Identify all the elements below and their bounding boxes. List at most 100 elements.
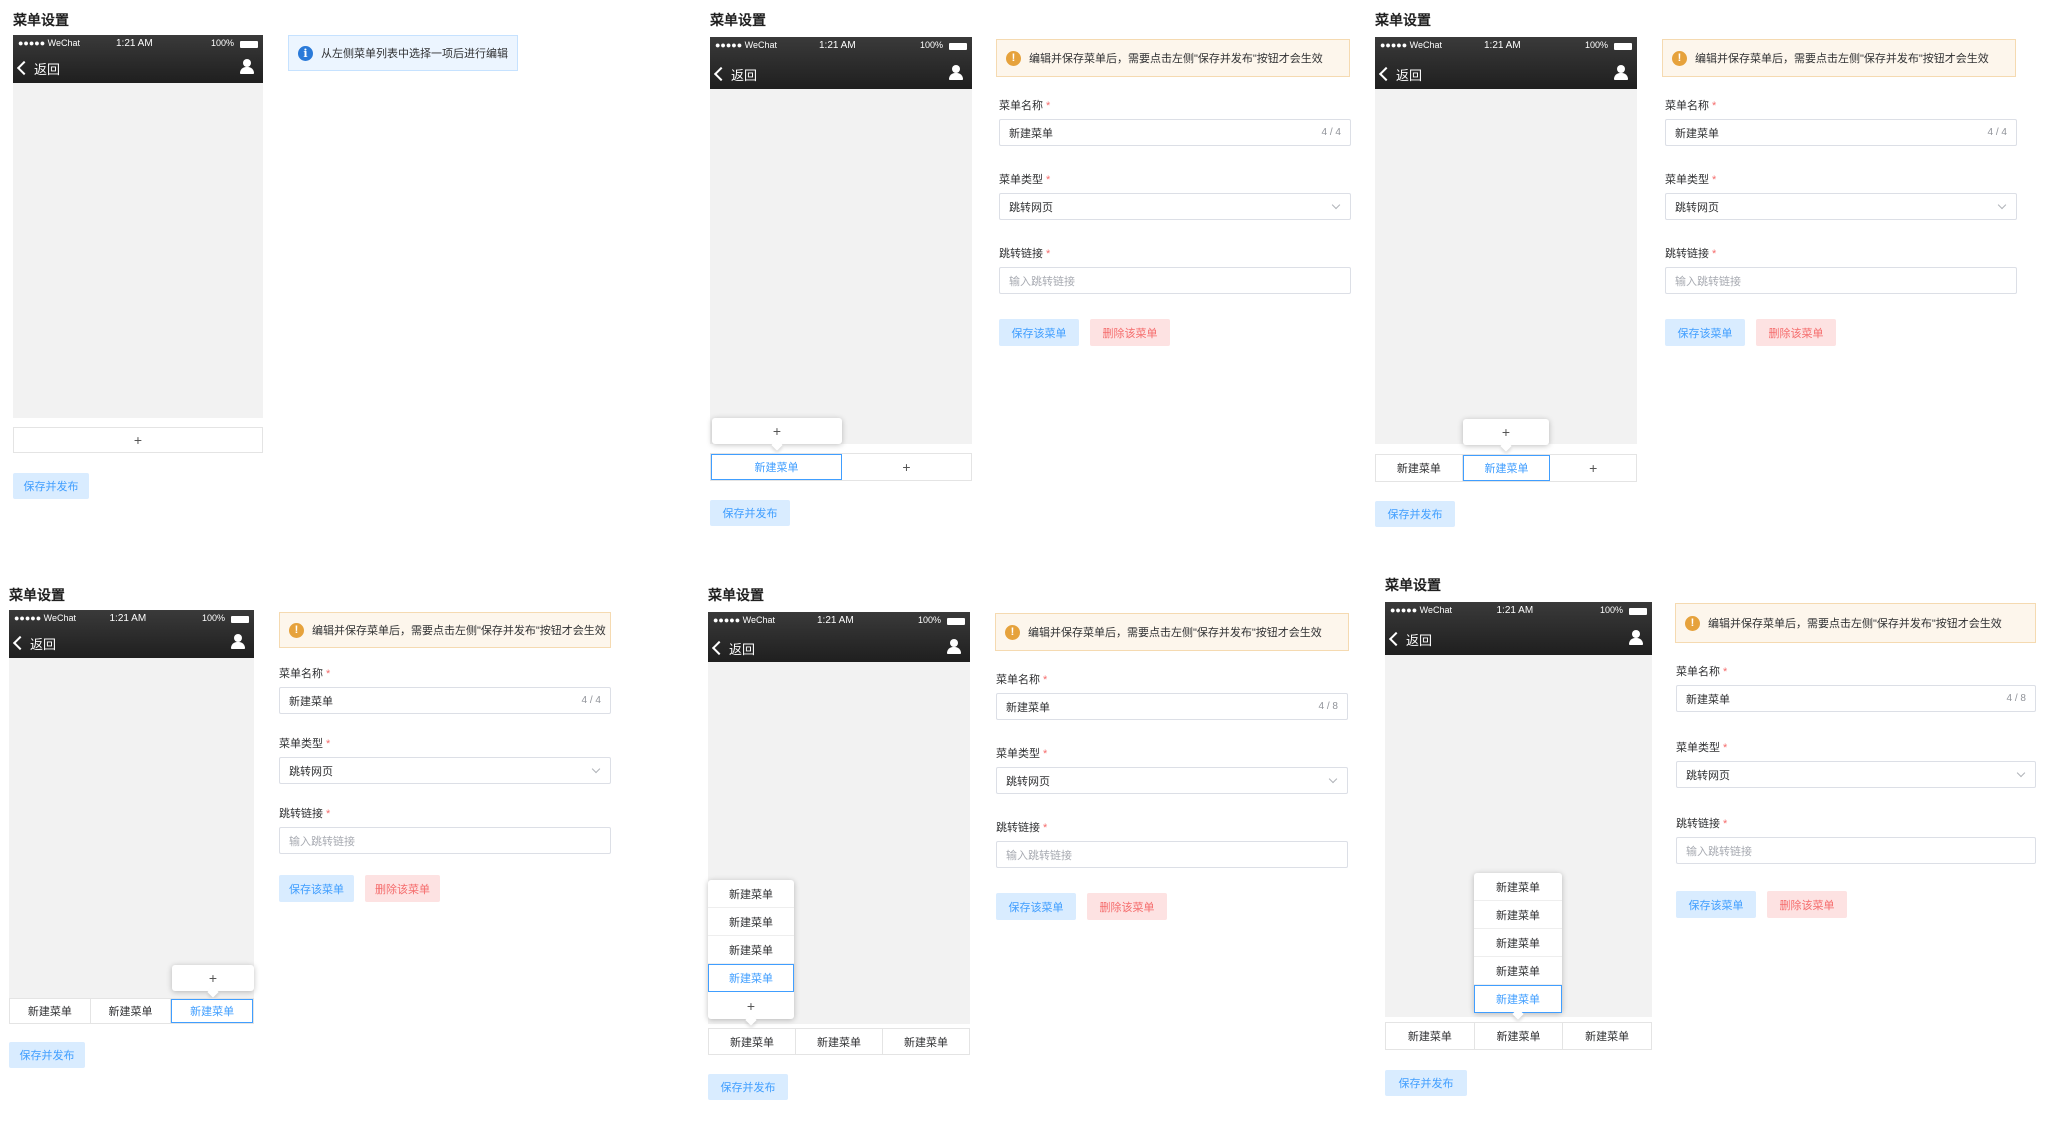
menu-name-input[interactable]: 新建菜单 4 / 4 [279, 687, 611, 714]
menu-tab-2[interactable]: 新建菜单 [1462, 455, 1551, 481]
warning-icon: ! [1005, 624, 1020, 640]
user-icon[interactable] [1614, 65, 1628, 81]
add-menu-button[interactable]: + [14, 428, 262, 452]
save-publish-button[interactable]: 保存并发布 [13, 473, 89, 499]
menu-tab-3[interactable]: 新建菜单 [883, 1029, 969, 1054]
link-input[interactable]: 输入跳转链接 [999, 267, 1351, 294]
name-label: 菜单名称 * [999, 100, 1051, 112]
type-field-group: 菜单类型 * 跳转网页 [1676, 739, 2036, 788]
user-icon[interactable] [1629, 630, 1643, 646]
warning-icon: ! [1685, 615, 1700, 631]
save-item-button[interactable]: 保存该菜单 [999, 319, 1079, 346]
menu-tab-1[interactable]: 新建菜单 [1376, 455, 1463, 481]
submenu-item-3[interactable]: 新建菜单 [1474, 929, 1562, 957]
select-tip-text: 从左侧菜单列表中选择一项后进行编辑 [321, 48, 508, 60]
menu-name-input[interactable]: 新建菜单 4 / 4 [1665, 119, 2017, 146]
user-icon[interactable] [947, 639, 961, 655]
name-field-group: 菜单名称 * 新建菜单 4 / 4 [279, 665, 611, 714]
submenu-item-4[interactable]: 新建菜单 [1474, 957, 1562, 985]
save-item-button[interactable]: 保存该菜单 [1665, 319, 1745, 346]
menu-tab-1[interactable]: 新建菜单 [711, 454, 842, 480]
menu-name-input[interactable]: 新建菜单 4 / 8 [1676, 685, 2036, 712]
save-publish-button[interactable]: 保存并发布 [9, 1042, 85, 1068]
link-input[interactable]: 输入跳转链接 [1665, 267, 2017, 294]
chevron-left-icon [713, 66, 729, 82]
menu-tab-2[interactable]: 新建菜单 [796, 1029, 883, 1054]
link-input[interactable]: 输入跳转链接 [996, 841, 1348, 868]
save-publish-button[interactable]: 保存并发布 [710, 500, 790, 526]
back-button[interactable]: 返回 [12, 634, 56, 653]
delete-item-button[interactable]: 删除该菜单 [1756, 319, 1836, 346]
status-bar: ●●●●● WeChat 1:21 AM 100% [1380, 40, 1632, 54]
back-button[interactable]: 返回 [711, 639, 755, 658]
menu-tab-2[interactable]: 新建菜单 [91, 999, 172, 1023]
link-input[interactable]: 输入跳转链接 [279, 827, 611, 854]
type-label: 菜单类型 * [279, 738, 331, 750]
delete-item-button[interactable]: 删除该菜单 [1087, 893, 1167, 920]
submenu-item-3[interactable]: 新建菜单 [708, 936, 794, 964]
menu-type-select[interactable]: 跳转网页 [999, 193, 1351, 220]
submenu-item-4[interactable]: 新建菜单 [708, 964, 794, 992]
panel-6-submenu-second: 菜单设置 ●●●●● WeChat 1:21 AM 100% 返回 新建菜单 新… [1385, 575, 2045, 1105]
delete-item-button[interactable]: 删除该菜单 [365, 875, 440, 902]
menu-name-input[interactable]: 新建菜单 4 / 8 [996, 693, 1348, 720]
add-menu-button[interactable]: + [842, 454, 971, 480]
menu-name-input[interactable]: 新建菜单 4 / 4 [999, 119, 1351, 146]
submenu-item-1[interactable]: 新建菜单 [1474, 873, 1562, 901]
submenu-item-2[interactable]: 新建菜单 [1474, 901, 1562, 929]
user-icon[interactable] [240, 59, 254, 75]
submenu-item-1[interactable]: 新建菜单 [708, 880, 794, 908]
save-publish-button[interactable]: 保存并发布 [708, 1074, 788, 1100]
menu-tab-1[interactable]: 新建菜单 [709, 1029, 796, 1054]
link-input[interactable]: 输入跳转链接 [1676, 837, 2036, 864]
submenu-item-2[interactable]: 新建菜单 [708, 908, 794, 936]
phone-screen [13, 83, 263, 418]
menu-edit-form: 菜单名称 * 新建菜单 4 / 4 菜单类型 * 跳转网页 跳转链接 * 输入跳转链接 … [279, 665, 611, 902]
menu-tab-1[interactable]: 新建菜单 [10, 999, 91, 1023]
delete-item-button[interactable]: 删除该菜单 [1767, 891, 1847, 918]
save-tip-notice: ! 编辑并保存菜单后，需要点击左侧"保存并发布"按钮才会生效 [1675, 603, 2036, 643]
link-label: 跳转链接 * [1676, 818, 1728, 830]
back-button[interactable]: 返回 [1378, 65, 1422, 84]
back-button[interactable]: 返回 [713, 65, 757, 84]
type-label: 菜单类型 * [996, 748, 1048, 760]
name-label: 菜单名称 * [1665, 100, 1717, 112]
user-icon[interactable] [949, 65, 963, 81]
menu-bar: 新建菜单 新建菜单 + [1375, 454, 1637, 482]
menu-tab-3[interactable]: 新建菜单 [1563, 1023, 1651, 1049]
save-tip-text: 编辑并保存菜单后，需要点击左侧"保存并发布"按钮才会生效 [1708, 618, 2002, 630]
submenu-popup: + [1463, 419, 1549, 452]
name-field-group: 菜单名称 * 新建菜单 4 / 4 [1665, 97, 2017, 146]
status-time: 1:21 AM [1496, 605, 1534, 616]
save-publish-button[interactable]: 保存并发布 [1385, 1070, 1467, 1096]
user-icon[interactable] [231, 634, 245, 650]
save-item-button[interactable]: 保存该菜单 [996, 893, 1076, 920]
phone-preview: ●●●●● WeChat 1:21 AM 100% 返回 [9, 610, 254, 998]
back-button[interactable]: 返回 [1388, 630, 1432, 649]
link-label: 跳转链接 * [999, 248, 1051, 260]
char-counter: 4 / 4 [1987, 127, 2007, 138]
back-button[interactable]: 返回 [16, 59, 61, 78]
save-item-button[interactable]: 保存该菜单 [279, 875, 354, 902]
submenu-popup: + [712, 418, 842, 451]
menu-bar: 新建菜单 新建菜单 新建菜单 [708, 1028, 970, 1055]
menu-type-select[interactable]: 跳转网页 [1676, 761, 2036, 788]
menu-type-select[interactable]: 跳转网页 [1665, 193, 2017, 220]
menu-type-select[interactable]: 跳转网页 [996, 767, 1348, 794]
menu-type-select[interactable]: 跳转网页 [279, 757, 611, 784]
menu-tab-3[interactable]: 新建菜单 [171, 999, 254, 1023]
form-buttons: 保存该菜单 删除该菜单 [996, 893, 1348, 920]
save-item-button[interactable]: 保存该菜单 [1676, 891, 1756, 918]
add-menu-button[interactable]: + [1550, 455, 1636, 481]
delete-item-button[interactable]: 删除该菜单 [1090, 319, 1170, 346]
battery-icon [240, 41, 258, 48]
status-time: 1:21 AM [109, 613, 147, 624]
menu-tab-2[interactable]: 新建菜单 [1475, 1023, 1564, 1049]
back-label: 返回 [34, 62, 61, 77]
phone-header: ●●●●● WeChat 1:21 AM 100% 返回 [9, 610, 254, 658]
name-label: 菜单名称 * [996, 674, 1048, 686]
battery-percent: 100% [919, 40, 943, 50]
page-title: 菜单设置 [710, 12, 766, 28]
menu-tab-1[interactable]: 新建菜单 [1386, 1023, 1475, 1049]
save-publish-button[interactable]: 保存并发布 [1375, 501, 1455, 527]
